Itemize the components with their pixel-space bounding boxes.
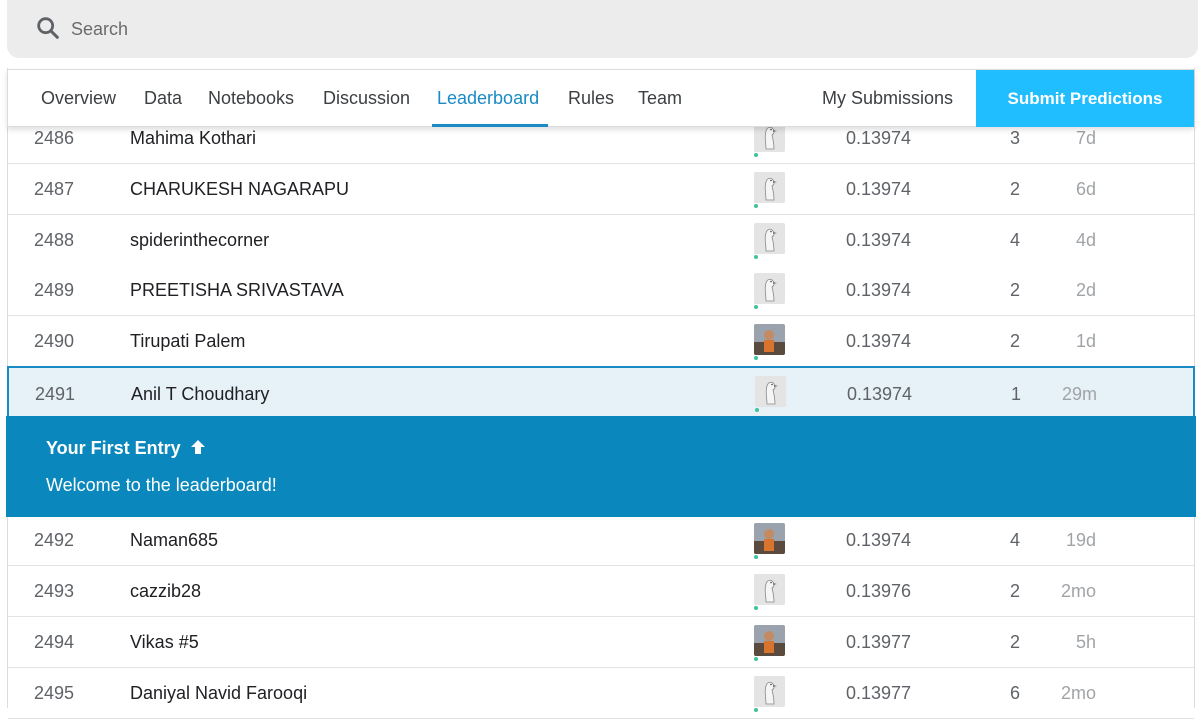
online-status-dot <box>754 657 758 661</box>
score-cell: 0.13974 <box>846 179 912 199</box>
rank-cell: 2486 <box>34 128 75 148</box>
team-name[interactable]: spiderinthecorner <box>130 230 269 251</box>
team-name[interactable]: Vikas #5 <box>130 632 199 653</box>
entries-cell: 1 <box>1011 384 1022 404</box>
user-photo-avatar[interactable] <box>754 625 785 656</box>
team-name[interactable]: Anil T Choudhary <box>131 384 269 405</box>
table-row[interactable]: 2493 cazzib28 0.13976 2 2mo <box>8 566 1194 617</box>
last-submission-cell: 1d <box>1075 331 1096 351</box>
banner-message: Welcome to the leaderboard! <box>46 475 277 495</box>
online-status-dot <box>754 204 758 208</box>
entries-cell: 2 <box>1010 331 1021 351</box>
table-row[interactable]: 2489 PREETISHA SRIVASTAVA 0.13974 2 2d <box>8 265 1194 316</box>
rank-cell: 2489 <box>34 280 75 300</box>
default-avatar-icon[interactable] <box>754 172 785 203</box>
default-avatar-icon[interactable] <box>754 273 785 304</box>
last-submission-cell: 19d <box>1065 530 1096 550</box>
team-name[interactable]: cazzib28 <box>130 581 201 602</box>
entries-cell: 6 <box>1010 683 1021 703</box>
online-status-dot <box>754 708 758 712</box>
last-submission-cell: 29m <box>1061 384 1097 404</box>
tab-leaderboard[interactable]: Leaderboard <box>437 88 539 109</box>
entries-cell: 2 <box>1010 179 1021 199</box>
online-status-dot <box>754 153 758 157</box>
tab-rules[interactable]: Rules <box>568 88 614 109</box>
last-submission-cell: 4d <box>1075 230 1096 250</box>
table-row[interactable]: 2492 Naman685 0.13974 4 19d <box>8 515 1194 566</box>
table-row[interactable]: 2487 CHARUKESH NAGARAPU 0.13974 2 6d <box>8 164 1194 215</box>
table-row[interactable]: 2495 Daniyal Navid Farooqi 0.13977 6 2mo <box>8 668 1194 719</box>
score-cell: 0.13974 <box>846 530 912 550</box>
table-row[interactable]: 2494 Vikas #5 0.13977 2 5h <box>8 617 1194 668</box>
rank-cell: 2487 <box>34 179 75 199</box>
online-status-dot <box>755 408 759 412</box>
score-cell: 0.13974 <box>847 384 913 404</box>
search-input[interactable] <box>71 14 1171 44</box>
score-cell: 0.13977 <box>846 683 912 703</box>
rank-cell: 2492 <box>34 530 75 550</box>
first-entry-banner: Your First Entry Welcome to the leaderbo… <box>6 416 1196 517</box>
tab-notebooks[interactable]: Notebooks <box>208 88 294 109</box>
online-status-dot <box>754 255 758 259</box>
table-row[interactable]: 2488 spiderinthecorner 0.13974 4 4d <box>8 215 1194 266</box>
rank-cell: 2488 <box>34 230 75 250</box>
table-row[interactable]: 2490 Tirupati Palem 0.13974 2 1d <box>8 316 1194 367</box>
team-name[interactable]: Naman685 <box>130 530 218 551</box>
score-cell: 0.13974 <box>846 230 912 250</box>
online-status-dot <box>754 305 758 309</box>
team-name[interactable]: CHARUKESH NAGARAPU <box>130 179 349 200</box>
rank-cell: 2494 <box>34 632 75 652</box>
default-avatar-icon[interactable] <box>754 223 785 254</box>
search-bar <box>7 0 1198 58</box>
score-cell: 0.13974 <box>846 331 912 351</box>
submit-predictions-button[interactable]: Submit Predictions <box>976 70 1194 127</box>
score-cell: 0.13974 <box>846 128 912 148</box>
arrow-up-icon <box>190 438 206 459</box>
entries-cell: 4 <box>1010 530 1021 550</box>
active-tab-indicator <box>432 124 548 127</box>
score-cell: 0.13976 <box>846 581 912 601</box>
entries-cell: 2 <box>1010 632 1021 652</box>
my-submissions-link[interactable]: My Submissions <box>822 88 953 109</box>
team-name[interactable]: Mahima Kothari <box>130 128 256 149</box>
last-submission-cell: 2mo <box>1060 581 1096 601</box>
tab-data[interactable]: Data <box>144 88 182 109</box>
last-submission-cell: 2mo <box>1060 683 1096 703</box>
last-submission-cell: 2d <box>1075 280 1096 300</box>
tab-overview[interactable]: Overview <box>41 88 116 109</box>
entries-cell: 2 <box>1010 581 1021 601</box>
banner-title-text: Your First Entry <box>46 438 181 458</box>
entries-cell: 3 <box>1010 128 1021 148</box>
rank-cell: 2495 <box>34 683 75 703</box>
banner-title: Your First Entry <box>46 438 206 459</box>
default-avatar-icon[interactable] <box>755 376 786 407</box>
default-avatar-icon[interactable] <box>754 676 785 707</box>
default-avatar-icon[interactable] <box>754 574 785 605</box>
rank-cell: 2491 <box>35 384 76 404</box>
rank-cell: 2493 <box>34 581 75 601</box>
user-photo-avatar[interactable] <box>754 523 785 554</box>
search-icon <box>37 17 59 39</box>
last-submission-cell: 6d <box>1075 179 1096 199</box>
score-cell: 0.13977 <box>846 632 912 652</box>
last-submission-cell: 5h <box>1075 632 1096 652</box>
entries-cell: 2 <box>1010 280 1021 300</box>
last-submission-cell: 7d <box>1075 128 1096 148</box>
table-row[interactable]: 2491 Anil T Choudhary 0.13974 1 29m <box>7 366 1195 418</box>
online-status-dot <box>754 606 758 610</box>
tab-team[interactable]: Team <box>638 88 682 109</box>
rank-cell: 2490 <box>34 331 75 351</box>
online-status-dot <box>754 356 758 360</box>
team-name[interactable]: Daniyal Navid Farooqi <box>130 683 307 704</box>
tab-bar: Overview Data Notebooks Discussion Leade… <box>7 69 1194 127</box>
team-name[interactable]: Tirupati Palem <box>130 331 245 352</box>
tab-discussion[interactable]: Discussion <box>323 88 410 109</box>
entries-cell: 4 <box>1010 230 1021 250</box>
online-status-dot <box>754 555 758 559</box>
score-cell: 0.13974 <box>846 280 912 300</box>
team-name[interactable]: PREETISHA SRIVASTAVA <box>130 280 344 301</box>
user-photo-avatar[interactable] <box>754 324 785 355</box>
